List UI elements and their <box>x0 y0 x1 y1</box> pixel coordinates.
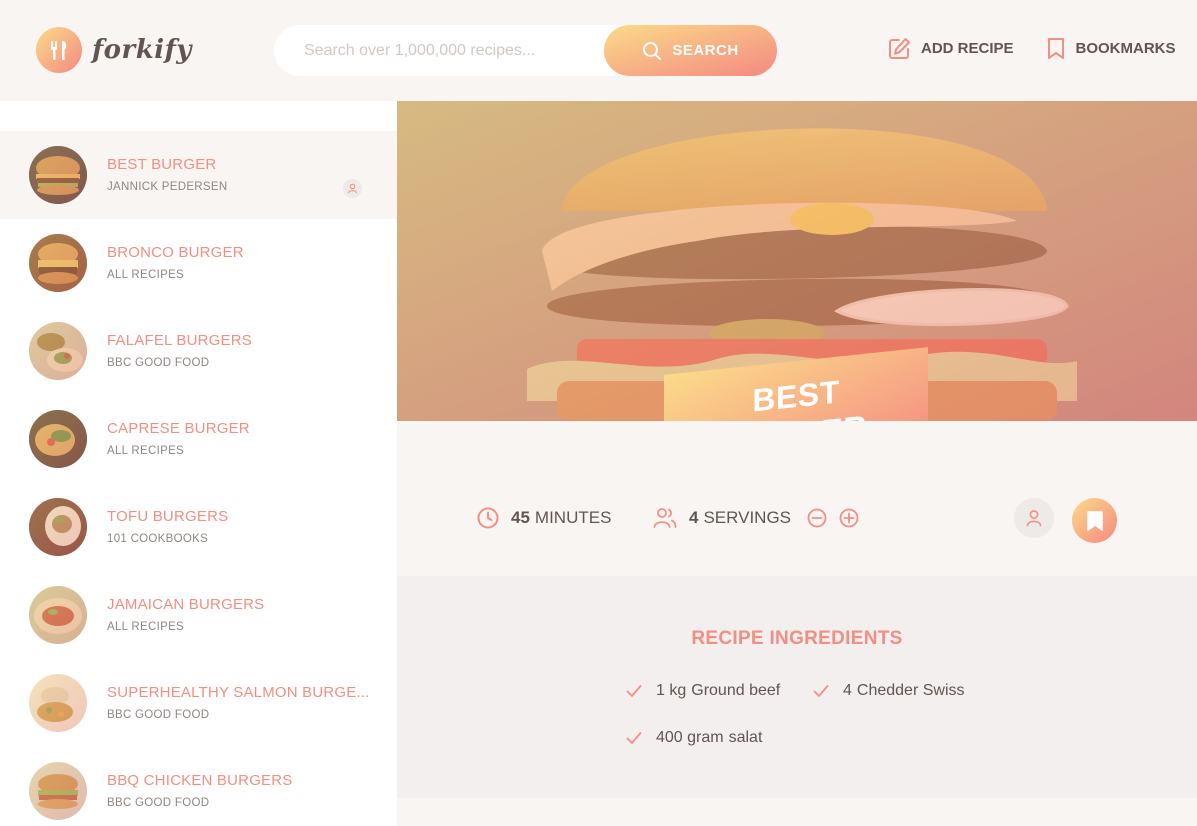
result-item[interactable]: SUPERHEALTHY SALMON BURGE... BBC GOOD FO… <box>0 659 397 747</box>
recipe-ingredients: RECIPE INGREDIENTS 1 kg Ground beef 4 Ch… <box>397 576 1197 798</box>
servings-value: 4 <box>689 508 699 527</box>
cooking-time-value: 45 <box>511 508 530 527</box>
result-image <box>29 762 87 820</box>
result-publisher: BBC GOOD FOOD <box>107 357 210 369</box>
result-title: TOFU BURGERS <box>107 508 229 525</box>
result-publisher: ALL RECIPES <box>107 445 185 457</box>
header: forkify SEARCH ADD RECIPE <box>0 0 1197 101</box>
bookmark-button[interactable] <box>1072 498 1117 543</box>
result-item[interactable]: JAMAICAN BURGERS ALL RECIPES <box>0 571 397 659</box>
add-recipe-button[interactable]: ADD RECIPE <box>888 37 1014 60</box>
result-item[interactable]: CAPRESE BURGER ALL RECIPES <box>0 395 397 483</box>
search-input[interactable] <box>304 41 624 60</box>
result-item[interactable]: FALAFEL BURGERS BBC GOOD FOOD <box>0 307 397 395</box>
result-item[interactable]: BRONCO BURGER ALL RECIPES <box>0 219 397 307</box>
users-icon <box>653 508 677 528</box>
recipe-details: 45 MINUTES 4 SERVINGS <box>397 421 1197 576</box>
servings: 4 SERVINGS <box>653 507 871 529</box>
app: forkify SEARCH ADD RECIPE <box>0 0 1197 826</box>
search-icon <box>643 41 662 60</box>
result-title: SUPERHEALTHY SALMON BURGE... <box>107 684 370 701</box>
cooking-time-unit: MINUTES <box>534 508 612 527</box>
result-title: BRONCO BURGER <box>107 244 244 261</box>
result-title: FALAFEL BURGERS <box>107 332 252 349</box>
nav: ADD RECIPE BOOKMARKS <box>888 37 1176 60</box>
result-image <box>29 674 87 732</box>
result-item[interactable]: BBQ CHICKEN BURGERS BBC GOOD FOOD <box>0 747 397 826</box>
clock-icon <box>477 507 499 529</box>
user-generated-icon <box>343 179 362 198</box>
ingredient-item: 1 kg Ground beef <box>626 682 780 700</box>
ingredient-quantity: 4 <box>843 682 852 699</box>
logo[interactable]: forkify <box>36 27 192 73</box>
result-title: JAMAICAN BURGERS <box>107 596 265 613</box>
ingredients-heading: RECIPE INGREDIENTS <box>691 628 903 649</box>
ingredient-description: Ground beef <box>691 682 781 699</box>
user-generated-badge <box>1014 498 1054 538</box>
result-publisher: BBC GOOD FOOD <box>107 797 210 809</box>
ingredient-description: salat <box>728 729 763 746</box>
cooking-time: 45 MINUTES <box>477 507 611 529</box>
result-image <box>29 586 87 644</box>
result-publisher: JANNICK PEDERSEN <box>107 181 228 193</box>
result-title: BBQ CHICKEN BURGERS <box>107 772 293 789</box>
check-icon <box>626 732 642 744</box>
result-publisher: ALL RECIPES <box>107 621 185 633</box>
bookmarks-button[interactable]: BOOKMARKS <box>1046 37 1176 60</box>
search-form: SEARCH <box>274 25 777 76</box>
user-icon <box>1026 510 1042 527</box>
bookmarks-label: BOOKMARKS <box>1075 40 1176 57</box>
result-title: BEST BURGER <box>107 156 217 173</box>
plus-circle-icon[interactable] <box>839 508 859 528</box>
fork-knife-logo-icon <box>36 27 82 73</box>
search-button-label: SEARCH <box>672 42 739 59</box>
bookmark-icon <box>1086 510 1103 531</box>
add-recipe-label: ADD RECIPE <box>921 40 1014 57</box>
ingredient-quantity: 1 kg <box>656 682 687 699</box>
servings-controls <box>807 508 871 528</box>
result-publisher: BBC GOOD FOOD <box>107 709 210 721</box>
recipe-title-text: BEST BURGER <box>725 373 867 421</box>
bookmark-icon <box>1047 38 1064 59</box>
result-item[interactable]: BEST BURGER JANNICK PEDERSEN <box>0 131 397 219</box>
recipe: BEST BURGER 45 MINUTES 4 S <box>397 101 1197 826</box>
result-item[interactable]: TOFU BURGERS 101 COOKBOOKS <box>0 483 397 571</box>
ingredient-item: 4 Chedder Swiss <box>813 682 965 700</box>
result-title: CAPRESE BURGER <box>107 420 250 437</box>
ingredient-item: 400 gram salat <box>626 729 762 747</box>
check-icon <box>626 685 642 697</box>
ingredient-description: Chedder Swiss <box>856 682 965 699</box>
logo-text: forkify <box>92 35 192 65</box>
check-icon <box>813 685 829 697</box>
search-results: BEST BURGER JANNICK PEDERSEN BRONCO BURG… <box>0 101 397 826</box>
result-image <box>29 322 87 380</box>
edit-icon <box>889 38 910 59</box>
result-image <box>29 498 87 556</box>
servings-unit: SERVINGS <box>703 508 792 527</box>
search-button[interactable]: SEARCH <box>604 25 777 76</box>
result-image <box>29 410 87 468</box>
result-publisher: 101 COOKBOOKS <box>107 533 209 545</box>
ingredient-quantity: 400 gram <box>656 729 724 746</box>
result-image <box>29 146 87 204</box>
result-publisher: ALL RECIPES <box>107 269 185 281</box>
result-image <box>29 234 87 292</box>
minus-circle-icon[interactable] <box>807 508 827 528</box>
recipe-image: BEST BURGER <box>397 101 1197 421</box>
